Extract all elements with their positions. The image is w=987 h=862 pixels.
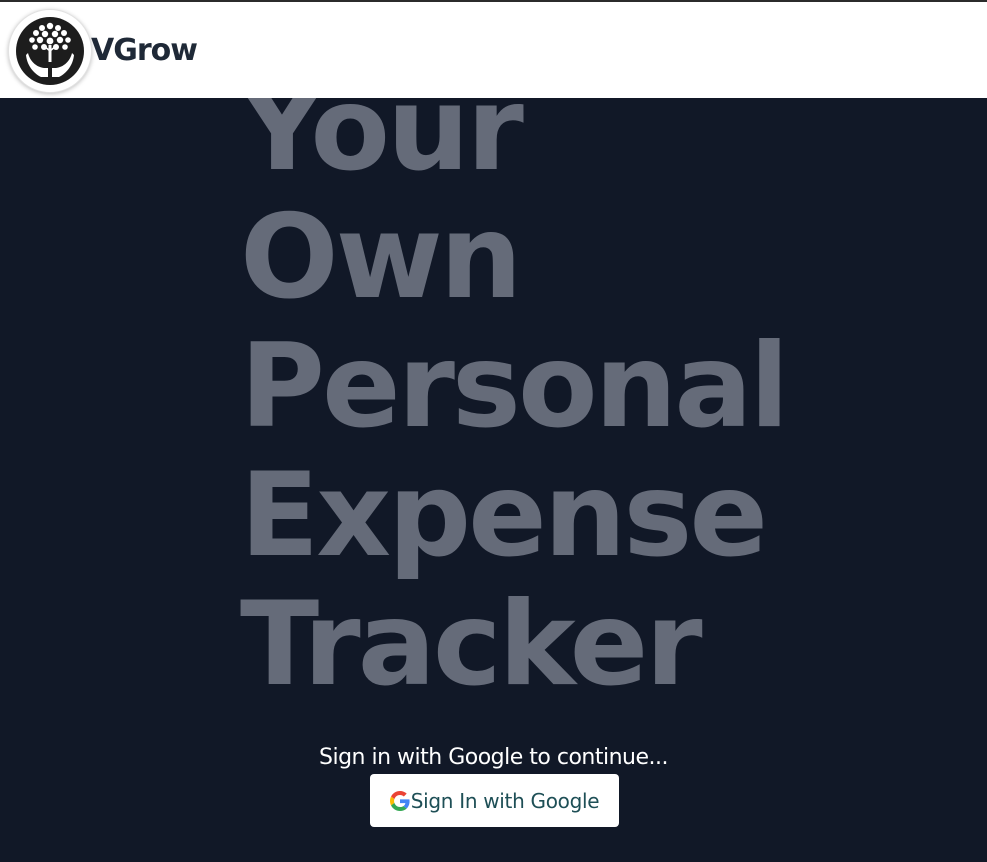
google-signin-button[interactable]: Sign In with Google (370, 774, 619, 827)
navbar: VGrow (0, 2, 987, 98)
hero-heading-line: Personal (240, 319, 789, 454)
hero-heading-line: Expense (240, 448, 768, 583)
hero-heading-line: Tracker (240, 577, 703, 712)
google-icon (389, 790, 410, 811)
money-tree-hands-icon (16, 17, 84, 85)
hero-section: Your Own Personal Expense Tracker (0, 0, 987, 862)
brand-name[interactable]: VGrow (91, 33, 198, 69)
window-top-border (0, 0, 987, 2)
hero-heading-line: Own (240, 190, 522, 325)
google-signin-label: Sign In with Google (410, 788, 600, 813)
signin-prompt: Sign in with Google to continue... (319, 745, 669, 770)
logo[interactable] (8, 9, 92, 93)
